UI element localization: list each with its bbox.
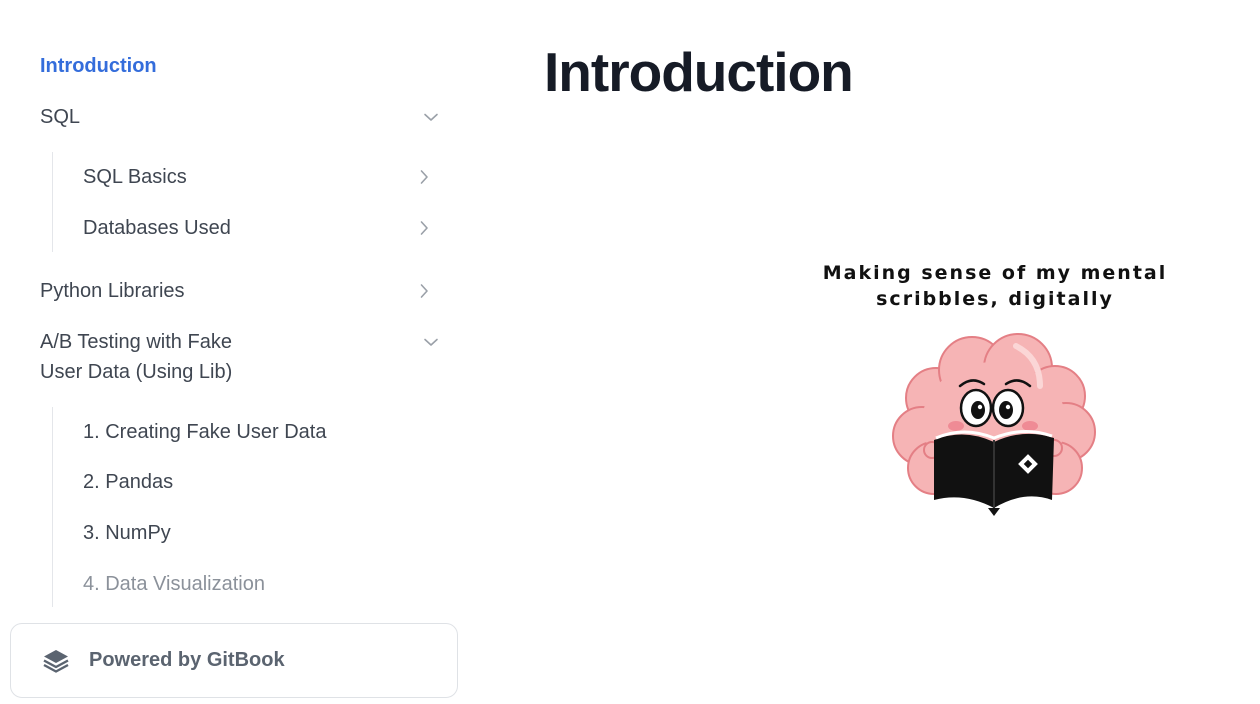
- sidebar-item-label: 4. Data Visualization: [83, 573, 265, 595]
- sidebar-item-label: Databases Used: [83, 217, 231, 239]
- sidebar-item-data-visualization[interactable]: 4. Data Visualization: [83, 569, 433, 599]
- sidebar-item-label: 2. Pandas: [83, 471, 174, 493]
- hero-tagline-line1: Making sense of my mental: [822, 262, 1168, 284]
- hero-illustration: Making sense of my mental scribbles, dig…: [790, 250, 1200, 540]
- sidebar-item-sql-basics[interactable]: SQL Basics: [83, 162, 433, 192]
- sidebar-item-numpy[interactable]: 3. NumPy: [83, 518, 433, 548]
- hero-tagline-line2: scribbles, digitally: [876, 288, 1114, 310]
- nav-indent-guide: [52, 407, 53, 607]
- chevron-right-icon[interactable]: [415, 219, 433, 237]
- sidebar-item-label-line2: User Data (Using Lib): [40, 361, 233, 383]
- sidebar-item-label: Introduction: [40, 55, 157, 77]
- powered-by-label: Powered by GitBook: [89, 649, 285, 671]
- sidebar-item-pandas[interactable]: 2. Pandas: [83, 467, 433, 497]
- powered-by-gitbook-button[interactable]: Powered by GitBook: [10, 623, 458, 698]
- chevron-down-icon[interactable]: [422, 108, 440, 126]
- sidebar-item-label-line1: A/B Testing with Fake: [40, 331, 232, 353]
- brain-reading-book-icon: [892, 333, 1096, 516]
- gitbook-logo-icon: [43, 649, 69, 673]
- hero-tagline: Making sense of my mental scribbles, dig…: [790, 260, 1200, 312]
- sidebar-item-introduction[interactable]: Introduction: [40, 51, 440, 81]
- sidebar-item-label: Python Libraries: [40, 280, 185, 302]
- sidebar-item-databases-used[interactable]: Databases Used: [83, 213, 433, 243]
- sidebar-item-python-libraries[interactable]: Python Libraries: [40, 276, 433, 306]
- chevron-down-icon[interactable]: [422, 333, 440, 351]
- sidebar-item-label: 3. NumPy: [83, 522, 171, 544]
- sidebar: Introduction SQL SQL Basics Databases Us…: [0, 0, 470, 704]
- sidebar-item-label: SQL Basics: [83, 166, 187, 188]
- sidebar-item-label: A/B Testing with Fake User Data (Using L…: [40, 327, 232, 387]
- sidebar-item-ab-testing[interactable]: A/B Testing with Fake User Data (Using L…: [40, 327, 440, 387]
- sidebar-item-label: 1. Creating Fake User Data: [83, 421, 327, 443]
- sidebar-item-creating-fake-user-data[interactable]: 1. Creating Fake User Data: [83, 417, 433, 447]
- page-title: Introduction: [544, 41, 854, 103]
- chevron-right-icon[interactable]: [415, 168, 433, 186]
- nav-indent-guide: [52, 152, 53, 252]
- chevron-right-icon[interactable]: [415, 282, 433, 300]
- sidebar-item-sql[interactable]: SQL: [40, 102, 440, 132]
- sidebar-item-label: SQL: [40, 106, 81, 128]
